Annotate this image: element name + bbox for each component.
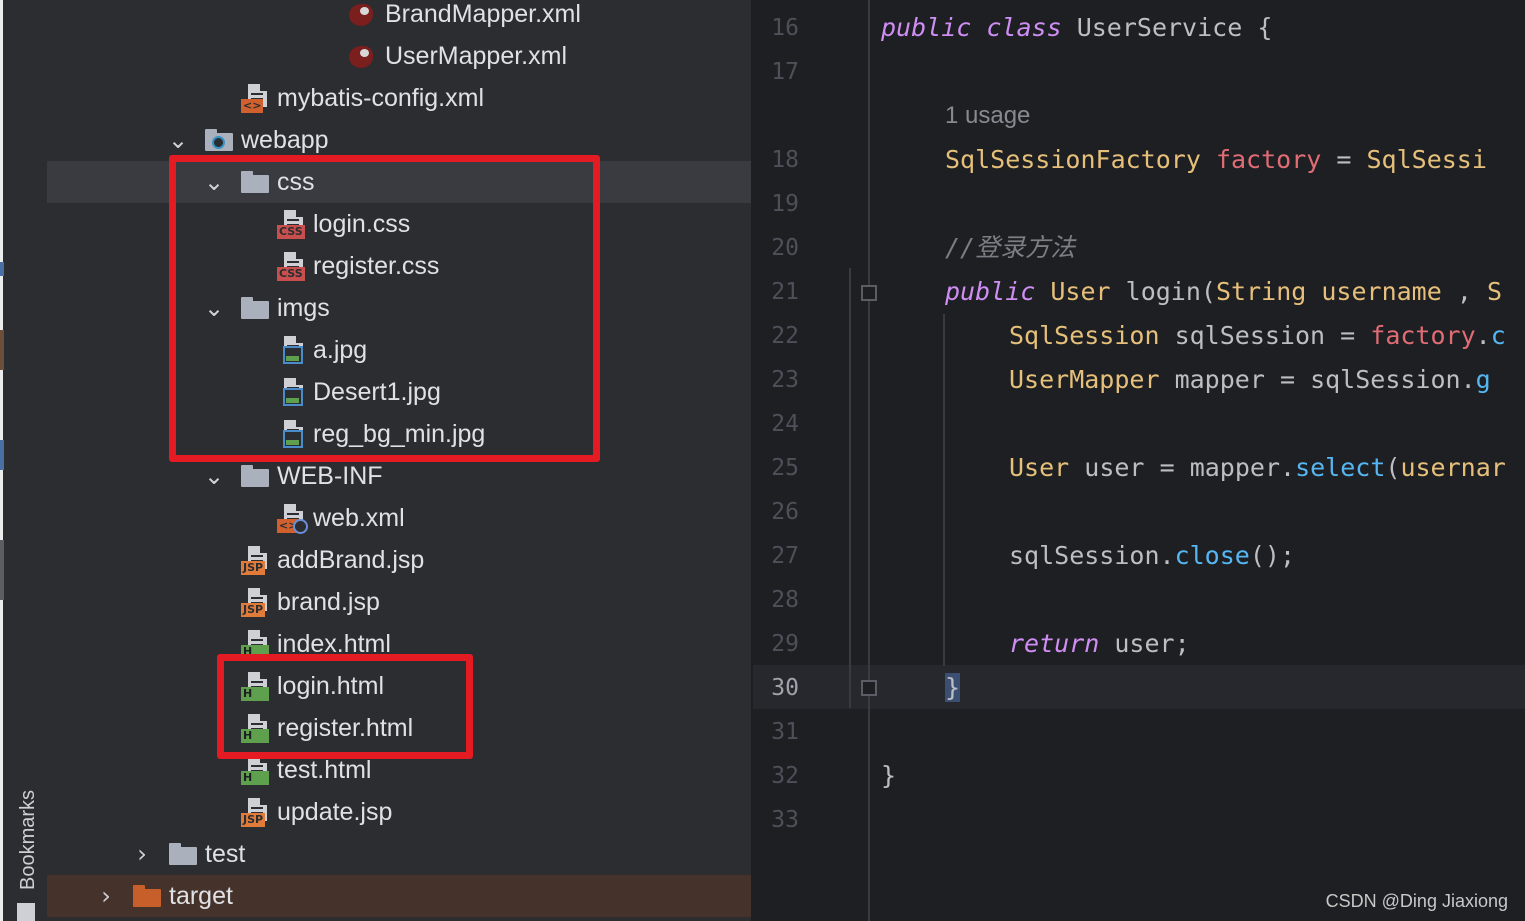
watermark: CSDN @Ding Jiaxiong (1325, 891, 1508, 911)
tree-item-addbrand-jsp[interactable]: JSP addBrand.jsp (47, 539, 751, 581)
file-tag: JSP (241, 603, 266, 617)
highlight-box-html-pages (217, 654, 473, 759)
tree-item-target[interactable]: › target (47, 875, 751, 917)
line-number: 25 (771, 455, 799, 481)
scope-guide (849, 268, 851, 708)
code-line-20: //登录方法 (945, 233, 1076, 262)
line-number: 29 (771, 631, 799, 657)
tree-item-web-xml[interactable]: <> web.xml (47, 497, 751, 539)
excluded-folder-icon (131, 882, 163, 912)
bookmark-icon[interactable] (17, 903, 35, 921)
line-number: 21 (771, 279, 799, 305)
code-line-25: User user = mapper.select(usernar (1009, 453, 1506, 482)
code-line-23: UserMapper mapper = sqlSession.g (1009, 365, 1491, 394)
mybatis-xml-icon (345, 0, 377, 30)
edge-marker (0, 440, 4, 470)
line-number: 27 (771, 543, 799, 569)
line-number: 23 (771, 367, 799, 393)
tree-item-label: addBrand.jsp (277, 546, 425, 574)
edge-marker (0, 262, 4, 276)
code-line-22: SqlSession sqlSession = factory.c (1009, 321, 1506, 350)
tree-item-brand-jsp[interactable]: JSP brand.jsp (47, 581, 751, 623)
fold-marker-icon[interactable] (861, 285, 877, 301)
line-number: 31 (771, 719, 799, 745)
file-tag: JSP (241, 813, 266, 827)
file-tag: JSP (241, 561, 266, 575)
fold-marker-icon[interactable] (861, 680, 877, 696)
tree-item-label: test (205, 840, 246, 868)
line-number: 22 (771, 323, 799, 349)
tree-item-brandmapper-xml[interactable]: BrandMapper.xml (47, 0, 751, 35)
tree-item-label: target (169, 882, 233, 910)
line-number: 24 (771, 411, 799, 437)
line-number: 18 (771, 147, 799, 173)
line-number: 28 (771, 587, 799, 613)
code-line-21: public User login(String username , S (945, 277, 1503, 306)
code-line-16: public class UserService { (881, 13, 1273, 42)
highlight-box-static-assets (169, 155, 600, 462)
indent-guide (943, 314, 945, 666)
edge-marker (0, 540, 4, 600)
code-line-18: SqlSessionFactory factory = SqlSessi (945, 145, 1487, 174)
project-tree: BrandMapper.xml UserMapper.xml <> mybati… (47, 0, 751, 921)
code-line-32: } (881, 761, 897, 790)
gutter-separator (868, 0, 870, 921)
tree-item-label: brand.jsp (277, 588, 380, 616)
file-tag: <> (241, 99, 264, 113)
line-number: 16 (771, 15, 799, 41)
bookmarks-strip: Bookmarks (0, 0, 47, 921)
chevron-right-icon[interactable]: › (95, 875, 117, 917)
tree-item-test[interactable]: › test (47, 833, 751, 875)
tree-item-mybatis-config-xml[interactable]: <> mybatis-config.xml (47, 77, 751, 119)
usage-hint[interactable]: 1 usage (945, 94, 1030, 138)
chevron-right-icon[interactable]: › (131, 833, 153, 875)
ide-window: Bookmarks BrandMapper.xml UserMapper.xml… (0, 0, 1525, 921)
bookmarks-tab[interactable]: Bookmarks (14, 730, 42, 890)
edge-marker (0, 330, 4, 370)
web-xml-icon: <> (277, 504, 309, 534)
folder-icon (167, 840, 199, 870)
tree-item-label: mybatis-config.xml (277, 84, 484, 112)
tree-item-label: UserMapper.xml (385, 42, 567, 70)
code-line-27: sqlSession.close(); (1009, 541, 1295, 570)
tree-item-update-jsp[interactable]: JSP update.jsp (47, 791, 751, 833)
jsp-file-icon: JSP (241, 588, 273, 618)
line-number: 26 (771, 499, 799, 525)
jsp-file-icon: JSP (241, 798, 273, 828)
code-line-30: } (945, 666, 961, 710)
xml-file-icon: <> (241, 84, 273, 114)
web-folder-icon (203, 126, 235, 156)
code-line-29: return user; (1009, 629, 1190, 658)
file-tag: H (241, 771, 269, 785)
matched-brace: } (945, 673, 961, 702)
html-file-icon: H (241, 756, 273, 786)
code-editor[interactable]: 16 17 18 19 20 21 22 23 24 25 26 27 28 2… (753, 0, 1525, 921)
line-number: 17 (771, 59, 799, 85)
line-number: 33 (771, 807, 799, 833)
line-number: 32 (771, 763, 799, 789)
jsp-file-icon: JSP (241, 546, 273, 576)
line-number: 19 (771, 191, 799, 217)
tree-item-usermapper-xml[interactable]: UserMapper.xml (47, 35, 751, 77)
tree-item-label: BrandMapper.xml (385, 0, 581, 28)
folder-icon (239, 462, 271, 492)
tree-item-label: update.jsp (277, 798, 393, 826)
mybatis-xml-icon (345, 42, 377, 72)
tree-item-label: web.xml (313, 504, 405, 532)
line-number: 20 (771, 235, 799, 261)
line-number-current: 30 (771, 675, 799, 701)
